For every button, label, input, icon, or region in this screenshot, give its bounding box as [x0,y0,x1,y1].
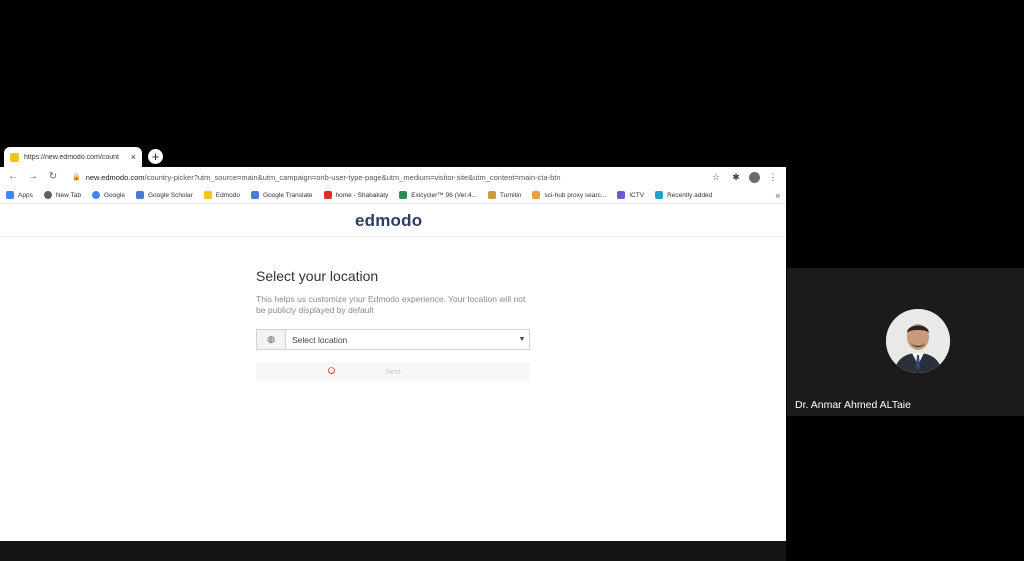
bookmark-label: Google Translate [263,191,313,199]
edmodo-logo[interactable]: edmodo [355,211,422,231]
screen-share-stage: https://new.edmodo.com/count × + ← → ↻ 🔒… [0,0,1024,561]
more-bookmarks-chevron-icon[interactable]: » [776,191,780,200]
translate-icon [251,191,259,199]
presenter-portrait-icon [886,309,950,373]
taskbar-strip [0,541,786,561]
bookmark-google-scholar[interactable]: Google Scholar [135,191,193,199]
bookmark-label: Google Scholar [147,191,193,199]
mouse-cursor-icon [328,367,335,374]
globe-location-icon: ◍ [257,330,286,349]
location-select-value: Select location [292,334,348,345]
bookmarks-bar: Apps New Tab Google Google Scholar Edmod… [0,187,786,204]
reload-icon[interactable]: ↻ [46,170,60,184]
bookmark-apps[interactable]: Apps [6,191,33,199]
globe-icon [43,191,52,199]
bookmark-label: Edmodo [215,191,240,199]
bookmark-google-translate[interactable]: Google Translate [251,191,313,199]
tab-title: https://new.edmodo.com/count [24,153,119,161]
bookmark-label: Exicycler™ 96 (Ver.4... [411,191,478,199]
browser-window: https://new.edmodo.com/count × + ← → ↻ 🔒… [0,145,786,541]
location-description: This helps us customize your Edmodo expe… [256,294,526,315]
turnitin-icon [488,191,497,199]
ictv-icon [617,191,626,199]
profile-avatar-icon[interactable] [749,171,760,183]
scholar-icon [135,191,144,199]
bookmark-b-icon [399,191,408,199]
location-select[interactable]: ◍ Select location ▼ [256,329,530,350]
url-host: new.edmodo.com [85,172,145,182]
bookmark-label: Turnitin [500,191,522,199]
back-arrow-icon[interactable]: ← [6,170,20,184]
presenter-avatar [886,309,950,373]
close-tab-icon[interactable]: × [131,152,136,162]
bookmark-edmodo[interactable]: Edmodo [203,191,240,199]
bookmark-label: ICTV [629,191,645,199]
next-button[interactable]: Next [256,362,530,381]
browser-toolbar: ← → ↻ 🔒 new.edmodo.com /country-picker?u… [0,167,786,187]
edmodo-page: edmodo Select your location This helps u… [0,205,786,541]
lock-icon: 🔒 [72,174,81,181]
url-path: /country-picker?utm_source=main&utm_camp… [144,172,561,182]
chevron-down-icon: ▼ [518,336,526,343]
google-icon [92,191,100,199]
folder-icon [655,191,664,199]
scihub-icon [532,191,541,199]
tab-strip: https://new.edmodo.com/count × + [0,145,786,167]
browser-tab[interactable]: https://new.edmodo.com/count × [4,147,142,167]
bookmark-label: home - Shabakaty [335,191,389,199]
bookmark-turnitin[interactable]: Turnitin [488,191,521,199]
kebab-menu-icon[interactable]: ⋮ [766,172,780,183]
bookmark-label: Recently added [667,191,713,199]
bookmark-recently-added[interactable]: Recently added [655,191,712,199]
bookmark-exicycler[interactable]: Exicycler™ 96 (Ver.4... [399,191,477,199]
extensions-puzzle-icon[interactable]: ✱ [729,172,743,183]
edmodo-icon [203,191,212,199]
bookmark-label: sci-hub proxy searc... [544,191,607,199]
star-icon[interactable]: ☆ [709,172,723,183]
participant-video-tile[interactable]: Dr. Anmar Ahmed ALTaie [787,268,1024,416]
bookmark-ictv[interactable]: ICTV [617,191,644,199]
bookmark-label: New Tab [55,191,81,199]
bookmark-google[interactable]: Google [92,191,125,199]
bookmark-scihub[interactable]: sci-hub proxy searc... [532,191,606,199]
forward-arrow-icon[interactable]: → [26,170,40,184]
edmodo-favicon-icon [10,152,19,162]
bookmark-label: Google [104,191,125,199]
page-header: edmodo [0,205,786,237]
bookmark-label: Apps [18,191,33,199]
address-bar[interactable]: 🔒 new.edmodo.com /country-picker?utm_sou… [66,169,703,185]
page-title: Select your location [256,268,379,284]
new-tab-button[interactable]: + [148,149,163,164]
presenter-name: Dr. Anmar Ahmed ALTaie [795,399,911,411]
bookmark-shabakaty[interactable]: home - Shabakaty [323,191,389,199]
apps-grid-icon [6,191,14,199]
shabakaty-icon [323,191,332,199]
bookmark-new-tab[interactable]: New Tab [43,191,81,199]
